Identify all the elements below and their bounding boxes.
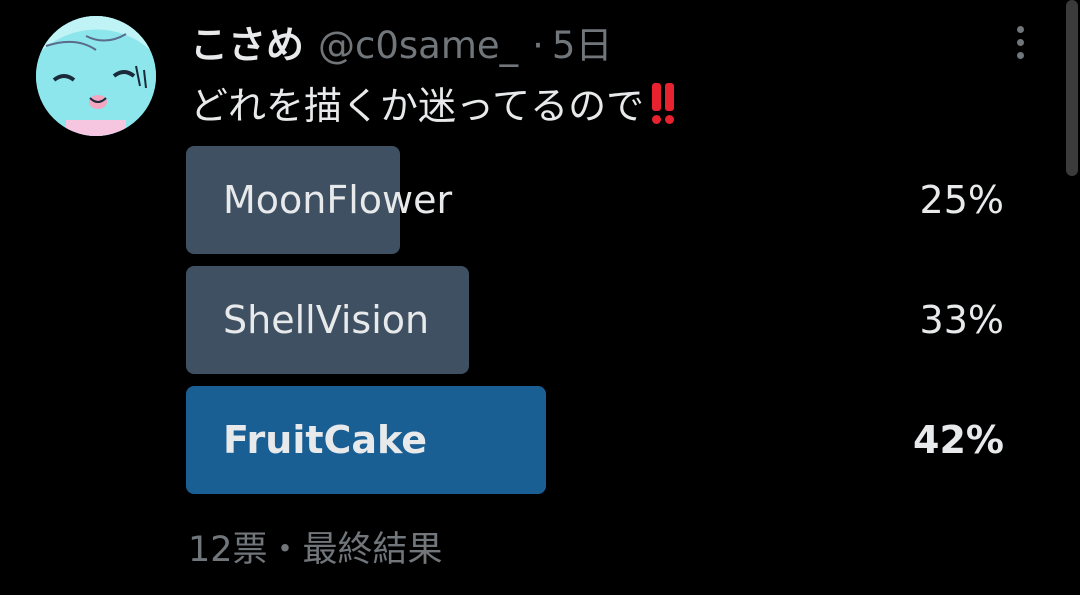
- tweet-header: こさめ @c0same_ · 5日: [190, 14, 613, 69]
- poll-footer: 12票・最終結果: [188, 529, 443, 570]
- poll: MoonFlower 25% ShellVision 33% FruitCake…: [186, 146, 1004, 506]
- avatar-illustration: [36, 16, 156, 136]
- poll-option-label: FruitCake: [223, 418, 428, 462]
- double-exclamation-emoji: [652, 80, 675, 124]
- more-dot: [1016, 38, 1024, 46]
- poll-option-label: MoonFlower: [223, 178, 453, 222]
- poll-option[interactable]: MoonFlower 25%: [186, 146, 1004, 254]
- poll-option[interactable]: FruitCake 42%: [186, 386, 1004, 494]
- poll-option[interactable]: ShellVision 33%: [186, 266, 1004, 374]
- poll-option-label: ShellVision: [223, 298, 430, 342]
- separator-dot: ·: [532, 24, 544, 67]
- poll-option-percent: 25%: [919, 178, 1004, 222]
- poll-option-percent: 33%: [919, 298, 1004, 342]
- timestamp[interactable]: 5日: [552, 15, 613, 69]
- display-name[interactable]: こさめ: [190, 14, 304, 69]
- more-dot: [1016, 25, 1024, 33]
- avatar[interactable]: [36, 16, 156, 136]
- tweet-text: どれを描くか迷ってるので: [190, 72, 675, 132]
- tweet-text-content: どれを描くか迷ってるので: [190, 83, 645, 128]
- scrollbar[interactable]: [1066, 0, 1078, 176]
- more-dot: [1016, 51, 1024, 59]
- poll-option-percent: 42%: [913, 418, 1004, 462]
- more-vertical-icon[interactable]: [1002, 18, 1038, 66]
- user-handle[interactable]: @c0same_: [318, 24, 518, 67]
